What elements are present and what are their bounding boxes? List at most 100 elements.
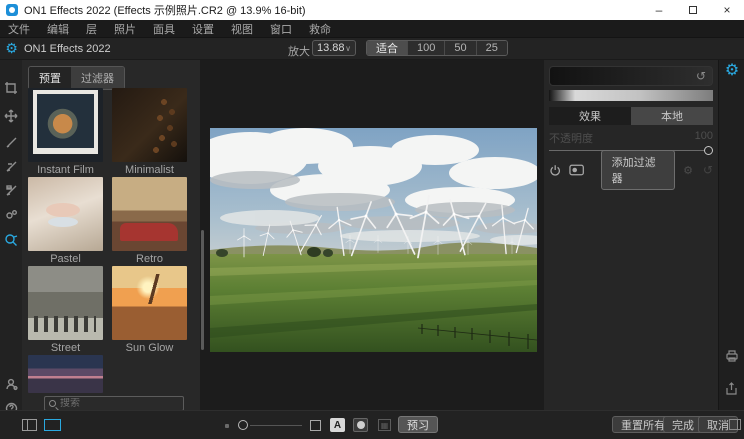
opacity-label: 不透明度	[549, 130, 593, 146]
window-title: ON1 Effects 2022 (Effects 示例照片.CR2 @ 13.…	[24, 2, 306, 18]
preset-instant-film[interactable]: Instant Film	[28, 88, 103, 176]
photo-windmills[interactable]	[210, 128, 537, 352]
preset-thumbnail	[28, 88, 103, 162]
tab-filters[interactable]: 过滤器	[71, 67, 124, 89]
preview-button[interactable]: 预习	[398, 416, 438, 433]
show-original-icon[interactable]: A	[330, 418, 345, 432]
preset-street[interactable]: Street	[28, 266, 103, 354]
menu-edit[interactable]: 编辑	[47, 21, 69, 37]
letter-a-icon: A	[330, 418, 345, 432]
preset-thumbnail	[112, 88, 187, 162]
minimize-button[interactable]: –	[642, 0, 676, 20]
tab-local[interactable]: 本地	[631, 107, 713, 125]
zoom-50-button[interactable]: 50	[445, 41, 476, 55]
preset-label: Sun Glow	[112, 342, 187, 354]
menu-settings[interactable]: 设置	[192, 21, 214, 37]
tool-strip	[0, 60, 22, 410]
clone-stamp-tool-icon[interactable]	[3, 206, 19, 222]
show-mask-icon[interactable]	[353, 418, 368, 432]
preset-label: Instant Film	[28, 164, 103, 176]
search-icon	[49, 400, 56, 407]
maximize-button[interactable]	[676, 0, 710, 20]
preset-panel-scrollbar[interactable]	[201, 230, 204, 350]
menu-file[interactable]: 文件	[8, 21, 30, 37]
effects-panel-tabs: 效果 本地	[549, 107, 713, 125]
account-icon[interactable]	[3, 376, 19, 392]
done-button[interactable]: 完成	[663, 416, 703, 433]
slider-knob[interactable]	[704, 146, 713, 155]
menu-view[interactable]: 视图	[231, 21, 253, 37]
filter-reset-icon[interactable]: ↺	[703, 163, 713, 177]
on1-effects-app: ON1 Effects 2022 (Effects 示例照片.CR2 @ 13.…	[0, 0, 744, 439]
on1-settings-gear-icon[interactable]: ⚙	[723, 62, 741, 80]
print-icon[interactable]	[725, 350, 739, 362]
menu-window[interactable]: 窗口	[270, 21, 292, 37]
preset-label: Minimalist	[112, 164, 187, 176]
menu-mask[interactable]: 面具	[153, 21, 175, 37]
app-icon	[6, 4, 18, 16]
preset-partial[interactable]	[28, 355, 103, 393]
mask-icon[interactable]	[569, 164, 584, 176]
preset-strip[interactable]: ↺	[549, 66, 713, 86]
preset-sun-glow[interactable]: Sun Glow	[112, 266, 187, 354]
zoom-100-button[interactable]: 100	[408, 41, 445, 55]
right-edge-strip: ⚙	[718, 60, 744, 410]
preset-label: Pastel	[28, 253, 103, 265]
masking-brush-tool-icon[interactable]	[3, 158, 19, 174]
add-filter-button[interactable]: 添加过滤器	[601, 150, 675, 190]
on1-gear-logo-icon: ⚙	[4, 41, 19, 56]
panel-toggle-icon[interactable]	[729, 419, 741, 430]
zoom-25-button[interactable]: 25	[477, 41, 507, 55]
browse-mode-icon[interactable]	[22, 419, 37, 431]
opacity-value: 100	[695, 130, 713, 146]
canvas-area[interactable]	[200, 60, 543, 410]
preset-pastel[interactable]: Pastel	[28, 177, 103, 265]
preset-thumbnail	[28, 177, 103, 251]
tab-presets[interactable]: 预置	[29, 67, 71, 89]
bottom-bar: A ▦ 预习 重置所有 完成 取消	[0, 410, 744, 439]
preset-thumbnail	[112, 177, 187, 251]
zoom-fit-group: 适合 100 50 25	[366, 40, 508, 56]
zoom-slider-track[interactable]	[250, 425, 302, 426]
zoom-slider-knob[interactable]	[238, 420, 248, 430]
close-button[interactable]: ×	[710, 0, 744, 20]
chevron-down-icon: ∨	[345, 44, 351, 53]
power-icon[interactable]	[549, 164, 561, 177]
gradient-mask-tool-icon[interactable]	[3, 182, 19, 198]
paint-brush-tool-icon[interactable]	[3, 134, 19, 150]
tab-effects[interactable]: 效果	[549, 107, 631, 125]
preset-panel: 预置 过滤器 Instant Film Minimalist Pastel Re…	[22, 60, 200, 410]
move-tool-icon[interactable]	[3, 108, 19, 124]
zoom-label: 放大	[288, 43, 310, 59]
titlebar: ON1 Effects 2022 (Effects 示例照片.CR2 @ 13.…	[0, 0, 744, 20]
compare-view-icon[interactable]	[308, 418, 323, 432]
menu-layer[interactable]: 层	[86, 21, 97, 37]
preset-label: Retro	[112, 253, 187, 265]
reset-icon[interactable]: ↺	[696, 69, 706, 83]
header: ⚙ ON1 Effects 2022 放大 13.88 ∨ 适合 100 50 …	[0, 38, 744, 60]
grid-icon: ▦	[378, 419, 391, 431]
effects-panel: ↺ 效果 本地 不透明度 100 添加过滤器 ⚙ ↺	[543, 60, 718, 410]
opacity-row: 不透明度 100	[549, 130, 713, 146]
export-icon[interactable]	[725, 382, 739, 394]
levels-gradient-bar	[549, 90, 713, 101]
fit-button[interactable]: 适合	[367, 41, 408, 55]
preset-thumbnail	[28, 355, 103, 393]
edit-mode-icon[interactable]	[44, 419, 61, 431]
preset-thumbnail	[28, 266, 103, 340]
maximize-icon	[689, 6, 697, 14]
search-input[interactable]	[60, 398, 170, 409]
zoom-level-dropdown[interactable]: 13.88 ∨	[312, 40, 356, 56]
crop-tool-icon[interactable]	[3, 80, 19, 96]
preset-minimalist[interactable]: Minimalist	[112, 88, 187, 176]
menu-help[interactable]: 救命	[309, 21, 331, 37]
menu-photo[interactable]: 照片	[114, 21, 136, 37]
preset-thumbnail	[112, 266, 187, 340]
app-title: ON1 Effects 2022	[24, 43, 111, 55]
zoom-value: 13.88	[317, 42, 345, 54]
view-zoom-tool-icon[interactable]	[3, 232, 19, 248]
soft-proof-icon[interactable]: ▦	[377, 418, 392, 432]
preset-label: Street	[28, 342, 103, 354]
preset-retro[interactable]: Retro	[112, 177, 187, 265]
filter-options-gear-icon[interactable]: ⚙	[683, 164, 693, 177]
